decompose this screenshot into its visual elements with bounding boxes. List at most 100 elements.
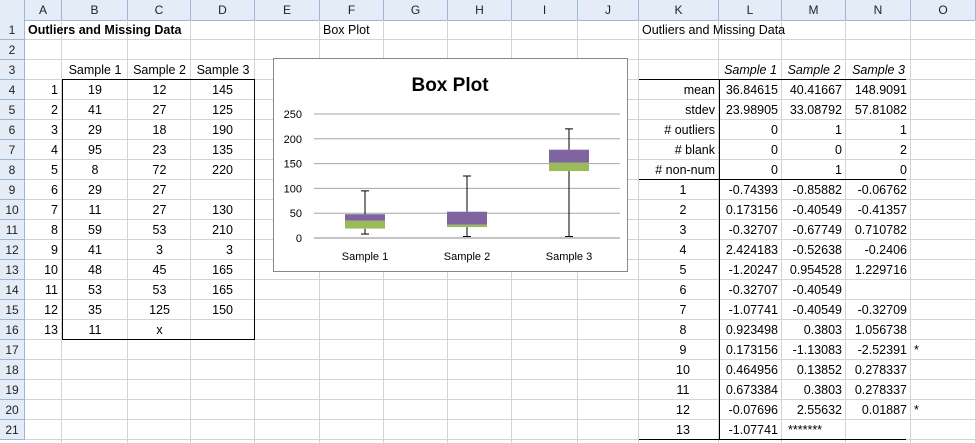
z-score-cell[interactable]: 0.3803 — [782, 320, 846, 340]
row-header-20[interactable]: 20 — [0, 400, 25, 420]
outlier-flag[interactable] — [911, 260, 976, 280]
z-score-cell[interactable]: 0.278337 — [846, 380, 911, 400]
column-header-g[interactable]: G — [384, 0, 448, 20]
stat-value[interactable]: 23.98905 — [719, 100, 782, 120]
stat-label[interactable]: # non-num — [639, 160, 719, 180]
left-table-cell[interactable]: 48 — [62, 260, 128, 280]
left-table-cell[interactable]: 165 — [191, 260, 255, 280]
column-header-e[interactable]: E — [255, 0, 320, 20]
right-table-header[interactable]: Sample 2 — [782, 60, 846, 80]
row-header-12[interactable]: 12 — [0, 240, 25, 260]
right-table-header[interactable]: Sample 1 — [719, 60, 782, 80]
z-score-cell[interactable]: -0.06762 — [846, 180, 911, 200]
left-table-cell[interactable]: 190 — [191, 120, 255, 140]
outlier-flag[interactable] — [911, 220, 976, 240]
z-row-index[interactable]: 5 — [639, 260, 723, 280]
z-score-cell[interactable]: -0.2406 — [846, 240, 911, 260]
left-table-cell[interactable]: 150 — [191, 300, 255, 320]
select-all-corner[interactable] — [0, 0, 25, 20]
stat-value[interactable]: 148.9091 — [846, 80, 911, 100]
left-table-cell[interactable]: 27 — [128, 100, 191, 120]
column-header-o[interactable]: O — [911, 0, 976, 20]
left-table-cell[interactable]: 18 — [128, 120, 191, 140]
left-table-cell[interactable]: 72 — [128, 160, 191, 180]
z-score-cell[interactable]: ******* — [782, 420, 846, 440]
row-header-8[interactable]: 8 — [0, 160, 25, 180]
left-table-cell[interactable]: 210 — [191, 220, 255, 240]
z-score-cell[interactable]: -1.13083 — [782, 340, 846, 360]
z-row-index[interactable]: 4 — [639, 240, 723, 260]
z-score-cell[interactable]: -0.40549 — [782, 300, 846, 320]
stat-value[interactable]: 1 — [782, 160, 846, 180]
z-score-cell[interactable]: -0.40549 — [782, 200, 846, 220]
left-table-cell[interactable]: 135 — [191, 140, 255, 160]
z-score-cell[interactable]: 2.55632 — [782, 400, 846, 420]
stat-value[interactable]: 36.84615 — [719, 80, 782, 100]
row-header-18[interactable]: 18 — [0, 360, 25, 380]
left-table-cell[interactable]: 3 — [191, 240, 255, 260]
z-score-cell[interactable]: 0.278337 — [846, 360, 911, 380]
stat-value[interactable]: 57.81082 — [846, 100, 911, 120]
stat-value[interactable]: 0 — [782, 140, 846, 160]
outlier-flag[interactable]: * — [911, 340, 976, 360]
left-table-header[interactable]: Sample 2 — [128, 60, 191, 80]
outlier-flag[interactable] — [911, 420, 976, 440]
z-row-index[interactable]: 9 — [639, 340, 723, 360]
stat-value[interactable]: 33.08792 — [782, 100, 846, 120]
stat-value[interactable]: 1 — [846, 120, 911, 140]
stat-value[interactable]: 0 — [846, 160, 911, 180]
outlier-flag[interactable] — [911, 200, 976, 220]
outlier-flag[interactable] — [911, 320, 976, 340]
stat-label[interactable]: stdev — [639, 100, 719, 120]
z-row-index[interactable]: 1 — [639, 180, 723, 200]
z-score-cell[interactable]: 0.01887 — [846, 400, 911, 420]
z-score-cell[interactable]: -0.52638 — [782, 240, 846, 260]
z-row-index[interactable]: 10 — [639, 360, 723, 380]
left-table-cell[interactable]: 95 — [62, 140, 128, 160]
z-score-cell[interactable]: -0.67749 — [782, 220, 846, 240]
z-score-cell[interactable]: -1.07741 — [719, 300, 782, 320]
right-table-header[interactable]: Sample 3 — [846, 60, 911, 80]
z-score-cell[interactable]: -1.20247 — [719, 260, 782, 280]
left-table-cell[interactable]: 27 — [128, 180, 191, 200]
z-score-cell[interactable]: 0.13852 — [782, 360, 846, 380]
outlier-flag[interactable] — [911, 180, 976, 200]
left-table-cell[interactable]: 125 — [191, 100, 255, 120]
column-header-h[interactable]: H — [448, 0, 512, 20]
column-header-b[interactable]: B — [62, 0, 128, 20]
outlier-flag[interactable] — [911, 300, 976, 320]
stat-value[interactable]: 2 — [846, 140, 911, 160]
stat-value[interactable]: 0 — [719, 120, 782, 140]
outlier-flag[interactable] — [911, 280, 976, 300]
column-header-f[interactable]: F — [320, 0, 384, 20]
column-header-n[interactable]: N — [846, 0, 911, 20]
z-score-cell[interactable]: -0.74393 — [719, 180, 782, 200]
left-row-index[interactable]: 2 — [25, 100, 62, 120]
row-header-3[interactable]: 3 — [0, 60, 25, 80]
left-row-index[interactable]: 10 — [25, 260, 62, 280]
left-row-index[interactable]: 4 — [25, 140, 62, 160]
left-table-cell[interactable]: 23 — [128, 140, 191, 160]
row-header-16[interactable]: 16 — [0, 320, 25, 340]
z-row-index[interactable]: 7 — [639, 300, 723, 320]
left-table-cell[interactable]: 145 — [191, 80, 255, 100]
z-row-index[interactable]: 12 — [639, 400, 723, 420]
outlier-flag[interactable] — [911, 360, 976, 380]
column-header-m[interactable]: M — [782, 0, 846, 20]
z-score-cell[interactable]: 0.3803 — [782, 380, 846, 400]
row-header-19[interactable]: 19 — [0, 380, 25, 400]
left-table-cell[interactable]: 11 — [62, 200, 128, 220]
z-score-cell[interactable]: 0.464956 — [719, 360, 782, 380]
left-table-cell[interactable]: 41 — [62, 240, 128, 260]
left-table-cell[interactable]: 35 — [62, 300, 128, 320]
row-header-4[interactable]: 4 — [0, 80, 25, 100]
row-header-14[interactable]: 14 — [0, 280, 25, 300]
left-row-index[interactable]: 6 — [25, 180, 62, 200]
z-score-cell[interactable]: -0.41357 — [846, 200, 911, 220]
z-score-cell[interactable]: -0.32707 — [719, 280, 782, 300]
stat-value[interactable]: 1 — [782, 120, 846, 140]
left-row-index[interactable]: 3 — [25, 120, 62, 140]
z-score-cell[interactable]: 2.424183 — [719, 240, 782, 260]
row-header-7[interactable]: 7 — [0, 140, 25, 160]
left-row-index[interactable]: 7 — [25, 200, 62, 220]
